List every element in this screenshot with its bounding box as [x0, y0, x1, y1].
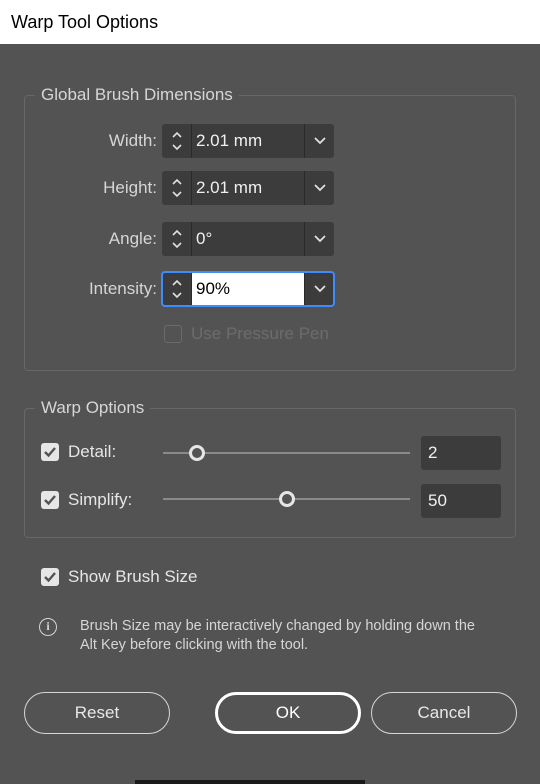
- intensity-stepper[interactable]: [162, 272, 192, 306]
- height-label: Height:: [103, 178, 157, 197]
- info-icon: i: [39, 618, 57, 636]
- height-combo[interactable]: 2.01 mm: [162, 171, 334, 205]
- detail-slider-thumb[interactable]: [189, 445, 205, 461]
- reset-button[interactable]: Reset: [24, 692, 170, 734]
- intensity-input[interactable]: 90%: [192, 272, 304, 306]
- height-input[interactable]: 2.01 mm: [192, 171, 304, 205]
- show-brush-size-checkbox[interactable]: [41, 568, 59, 586]
- simplify-slider-thumb[interactable]: [279, 491, 295, 507]
- checkmark-icon: [44, 495, 56, 506]
- intensity-combo[interactable]: 90%: [161, 271, 335, 307]
- ok-button[interactable]: OK: [215, 692, 361, 734]
- up-down-arrows-icon: [171, 229, 182, 249]
- chevron-down-icon: [313, 137, 326, 145]
- simplify-input[interactable]: 50: [421, 484, 501, 518]
- intensity-label: Intensity:: [88, 279, 157, 298]
- info-text-line1: Brush Size may be interactively changed …: [80, 618, 475, 634]
- show-brush-size-label: Show Brush Size: [68, 567, 198, 586]
- warp-options-group: Warp Options: [24, 397, 516, 538]
- width-combo[interactable]: 2.01 mm: [162, 124, 334, 158]
- height-dropdown[interactable]: [304, 171, 334, 205]
- pressure-pen-checkbox[interactable]: [164, 325, 182, 343]
- width-dropdown[interactable]: [304, 124, 334, 158]
- info-text-line2: Alt Key before clicking with the tool.: [80, 637, 309, 653]
- window-title: Warp Tool Options: [0, 0, 540, 44]
- angle-label: Angle:: [108, 229, 157, 248]
- pressure-pen-label: Use Pressure Pen: [191, 324, 329, 343]
- angle-combo[interactable]: 0°: [162, 222, 334, 256]
- taskbar-edge: [135, 780, 365, 784]
- chevron-down-icon: [313, 184, 326, 192]
- width-stepper[interactable]: [162, 124, 192, 158]
- chevron-down-icon: [313, 235, 326, 243]
- chevron-down-icon: [313, 285, 326, 293]
- angle-input[interactable]: 0°: [192, 222, 304, 256]
- warp-options-title: Warp Options: [35, 397, 151, 419]
- up-down-arrows-icon: [171, 279, 182, 299]
- detail-label: Detail:: [68, 442, 117, 461]
- warp-tool-options-dialog: Global Brush Dimensions Width: 2.01 mm H…: [0, 44, 540, 784]
- height-stepper[interactable]: [162, 171, 192, 205]
- width-label: Width:: [108, 131, 157, 150]
- angle-dropdown[interactable]: [304, 222, 334, 256]
- cancel-button[interactable]: Cancel: [371, 692, 517, 734]
- angle-stepper[interactable]: [162, 222, 192, 256]
- checkmark-icon: [44, 572, 56, 583]
- detail-checkbox[interactable]: [41, 443, 59, 461]
- detail-input[interactable]: 2: [421, 436, 501, 470]
- width-input[interactable]: 2.01 mm: [192, 124, 304, 158]
- simplify-label: Simplify:: [68, 490, 133, 509]
- up-down-arrows-icon: [171, 178, 182, 198]
- checkmark-icon: [44, 447, 56, 458]
- global-brush-title: Global Brush Dimensions: [35, 84, 239, 106]
- intensity-dropdown[interactable]: [304, 272, 334, 306]
- simplify-checkbox[interactable]: [41, 491, 59, 509]
- up-down-arrows-icon: [171, 131, 182, 151]
